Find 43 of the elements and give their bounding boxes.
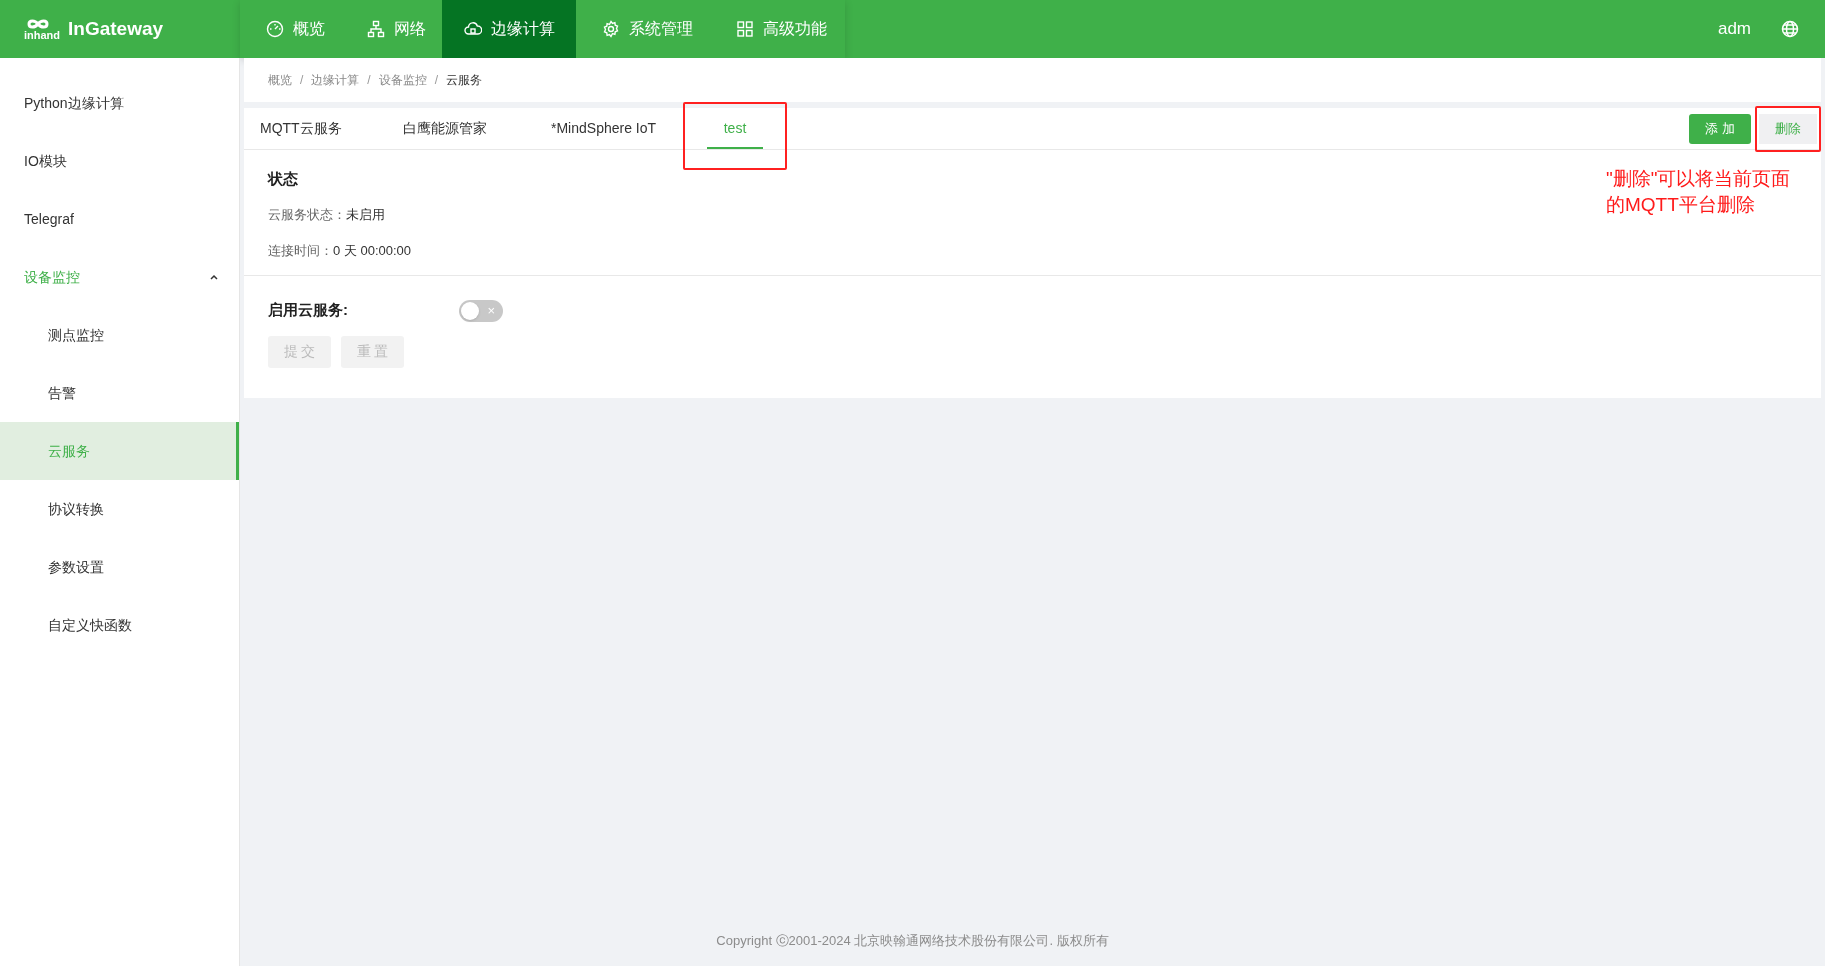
logo-text: inhand: [24, 30, 61, 41]
delete-button[interactable]: 删除: [1759, 113, 1817, 144]
nav-tab[interactable]: 边缘计算: [442, 0, 576, 58]
sidebar-item[interactable]: 测点监控: [0, 306, 239, 364]
breadcrumb-link[interactable]: 概览: [268, 71, 292, 89]
sidebar-item[interactable]: 设备监控: [0, 248, 239, 306]
gear-icon: [601, 20, 620, 38]
annotation-note: "删除"可以将当前页面 的MQTT平台删除: [1606, 167, 1791, 217]
nav-tab[interactable]: 系统管理: [576, 0, 718, 58]
brand-name: InGateway: [68, 16, 164, 41]
copyright-text: Copyright ⓒ2001-2024 北京映翰通网络技术股份有限公司. 版权所有: [716, 932, 1109, 951]
grid-icon: [736, 20, 754, 38]
breadcrumb-link[interactable]: 边缘计算: [311, 71, 360, 89]
sidebar-item[interactable]: Python边缘计算: [0, 74, 239, 132]
breadcrumb-separator: /: [434, 72, 439, 89]
globe-icon[interactable]: [1781, 20, 1799, 38]
sidebar-item[interactable]: 协议转换: [0, 480, 239, 538]
tab[interactable]: *MindSphere IoT: [535, 108, 695, 149]
sidebar-item[interactable]: IO模块: [0, 132, 239, 190]
sidebar-item[interactable]: Telegraf: [0, 190, 239, 248]
chevron-icon: [209, 273, 219, 281]
sidebar-item[interactable]: 云服务: [0, 422, 239, 480]
breadcrumb-separator: /: [300, 72, 304, 89]
tab[interactable]: test: [695, 108, 775, 149]
status-text: 连接时间：0 天 00:00:00: [268, 241, 412, 260]
field-label: 启用云服务:: [268, 300, 349, 321]
tab[interactable]: 白鹰能源管家: [387, 108, 535, 149]
sidebar-item[interactable]: 自定义快函数: [0, 596, 239, 654]
tab[interactable]: MQTT云服务: [244, 108, 387, 149]
breadcrumb-separator: /: [367, 72, 371, 89]
nav-tab[interactable]: 网络: [350, 0, 442, 58]
user-name[interactable]: adm: [1717, 16, 1751, 42]
network-icon: [366, 20, 385, 38]
nav-tab[interactable]: 高级功能: [718, 0, 845, 58]
cloud-icon: [463, 20, 482, 38]
sidebar-item[interactable]: 告警: [0, 364, 239, 422]
section-title: 状态: [268, 169, 298, 189]
gauge-icon: [265, 20, 284, 38]
status-text: 云服务状态：未启用: [268, 205, 385, 224]
add-button[interactable]: 添 加: [1689, 113, 1751, 144]
nav-tab[interactable]: 概览: [240, 0, 350, 58]
breadcrumb-link[interactable]: 设备监控: [378, 71, 427, 89]
sidebar-item[interactable]: 参数设置: [0, 538, 239, 596]
